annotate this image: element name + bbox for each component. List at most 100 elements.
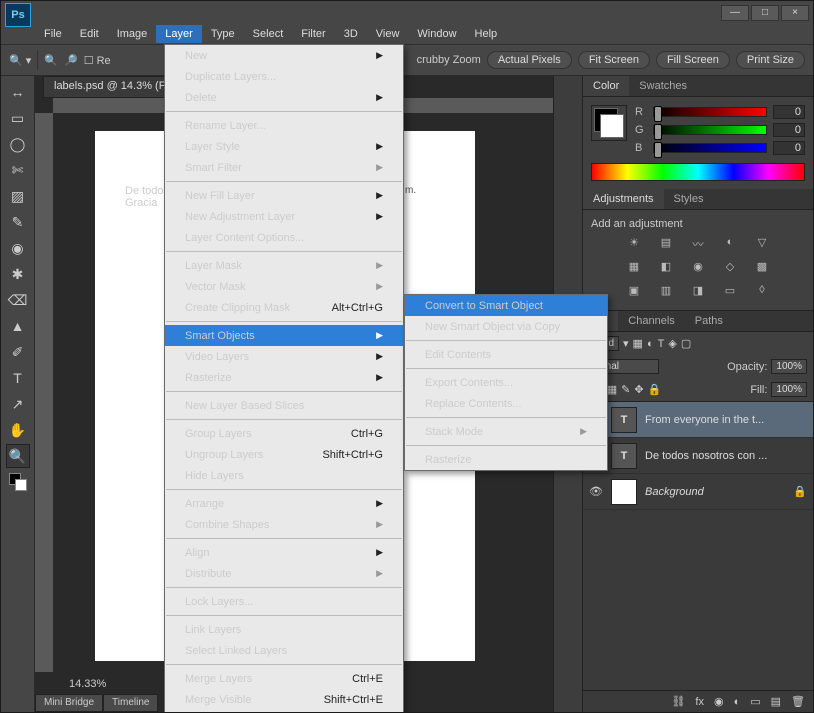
filter-smart-icon[interactable]: ▢ [681,337,691,350]
tab-color[interactable]: Color [583,76,629,96]
tool-1[interactable]: ▭ [6,106,30,130]
resize-checkbox[interactable]: ☐ Re [84,54,111,67]
zoom-in-icon[interactable]: 🔍 [44,54,58,67]
filter-type-icon[interactable]: T [658,338,665,350]
brightness-icon[interactable]: ☀ [623,236,645,254]
tab-mini-bridge[interactable]: Mini Bridge [35,694,103,712]
tab-channels[interactable]: Channels [618,311,684,331]
menuitem-merge-layers[interactable]: Merge LayersCtrl+E [165,668,403,689]
menuitem-rename-layer-[interactable]: Rename Layer... [165,115,403,136]
selective-color-icon[interactable]: ◊ [751,284,773,302]
group-icon[interactable]: ▭ [750,695,760,708]
color-spectrum[interactable] [591,163,805,181]
adjustment-layer-icon[interactable]: ◐ [734,696,741,708]
menuitem-smart-objects[interactable]: Smart Objects▶ [165,325,403,346]
menu-window[interactable]: Window [408,25,465,43]
fill-screen-button[interactable]: Fill Screen [656,51,730,69]
scrubby-zoom-checkbox[interactable]: crubby Zoom [417,54,481,66]
menu-filter[interactable]: Filter [292,25,334,43]
zoom-out-icon[interactable]: 🔎 [64,54,78,67]
filter-pixel-icon[interactable]: ▦ [633,337,643,350]
menuitem-video-layers[interactable]: Video Layers▶ [165,346,403,367]
menu-file[interactable]: File [35,25,71,43]
color-swatch-tool[interactable] [6,470,30,494]
fill-value[interactable]: 100% [771,382,807,397]
menu-type[interactable]: Type [202,25,244,43]
tool-3[interactable]: ✄ [6,158,30,182]
menuitem-convert-to-smart-object[interactable]: Convert to Smart Object [405,295,607,316]
menuitem-align[interactable]: Align▶ [165,542,403,563]
layer-row[interactable]: 👁Background🔒 [583,474,813,510]
menuitem-new-fill-layer[interactable]: New Fill Layer▶ [165,185,403,206]
fx-icon[interactable]: fx [695,696,704,708]
menuitem-duplicate-layers-[interactable]: Duplicate Layers... [165,66,403,87]
delete-layer-icon[interactable]: 🗑 [791,695,805,708]
exposure-icon[interactable]: ◐ [719,236,741,254]
layer-row[interactable]: 👁TDe todos nosotros con ... [583,438,813,474]
gradient-map-icon[interactable]: ▭ [719,284,741,302]
new-layer-icon[interactable]: ▤ [771,695,781,708]
menu-help[interactable]: Help [466,25,507,43]
document-tab[interactable]: labels.psd @ 14.3% (F [43,76,176,98]
link-layers-icon[interactable]: ⛓ [671,695,685,708]
visibility-icon[interactable]: 👁 [589,485,603,498]
bw-icon[interactable]: ◧ [655,260,677,278]
menuitem-group-layers[interactable]: Group LayersCtrl+G [165,423,403,444]
menuitem-new-adjustment-layer[interactable]: New Adjustment Layer▶ [165,206,403,227]
tool-2[interactable]: ◯ [6,132,30,156]
maximize-button[interactable]: □ [751,5,779,21]
menuitem-delete[interactable]: Delete▶ [165,87,403,108]
photo-filter-icon[interactable]: ◉ [687,260,709,278]
minimize-button[interactable]: — [721,5,749,21]
menuitem-create-clipping-mask[interactable]: Create Clipping MaskAlt+Ctrl+G [165,297,403,318]
invert-icon[interactable]: ▣ [623,284,645,302]
menu-3d[interactable]: 3D [335,25,367,43]
menu-view[interactable]: View [367,25,409,43]
print-size-button[interactable]: Print Size [736,51,805,69]
foreground-background-swatch[interactable] [591,105,627,141]
zoom-level[interactable]: 14.33% [69,678,106,690]
opacity-value[interactable]: 100% [771,359,807,374]
tool-11[interactable]: T [6,366,30,390]
menuitem-arrange[interactable]: Arrange▶ [165,493,403,514]
filter-adjust-icon[interactable]: ◐ [647,338,654,350]
tool-4[interactable]: ▨ [6,184,30,208]
color-lookup-icon[interactable]: ▩ [751,260,773,278]
tab-adjustments[interactable]: Adjustments [583,189,664,209]
curves-icon[interactable]: 〰 [687,236,709,254]
hsl-icon[interactable]: ▦ [623,260,645,278]
menu-layer[interactable]: Layer [156,25,202,43]
layer-row[interactable]: 👁TFrom everyone in the t... [583,402,813,438]
channel-mixer-icon[interactable]: ◇ [719,260,741,278]
fit-screen-button[interactable]: Fit Screen [578,51,650,69]
menuitem-layer-style[interactable]: Layer Style▶ [165,136,403,157]
tool-9[interactable]: ▲ [6,314,30,338]
vibrance-icon[interactable]: ▽ [751,236,773,254]
tab-timeline[interactable]: Timeline [103,694,158,712]
tool-14[interactable]: 🔍 [6,444,30,468]
menuitem-new-layer-based-slices[interactable]: New Layer Based Slices [165,395,403,416]
tab-styles[interactable]: Styles [664,189,714,209]
menuitem-ungroup-layers[interactable]: Ungroup LayersShift+Ctrl+G [165,444,403,465]
tab-swatches[interactable]: Swatches [629,76,697,96]
close-button[interactable]: × [781,5,809,21]
menuitem-merge-visible[interactable]: Merge VisibleShift+Ctrl+E [165,689,403,710]
threshold-icon[interactable]: ◨ [687,284,709,302]
menu-edit[interactable]: Edit [71,25,108,43]
menuitem-rasterize[interactable]: Rasterize▶ [165,367,403,388]
tool-6[interactable]: ◉ [6,236,30,260]
slider-b[interactable]: B0 [635,141,805,155]
menu-image[interactable]: Image [108,25,157,43]
levels-icon[interactable]: ▤ [655,236,677,254]
menuitem-new[interactable]: New▶ [165,45,403,66]
tool-5[interactable]: ✎ [6,210,30,234]
menu-select[interactable]: Select [244,25,293,43]
tool-13[interactable]: ✋ [6,418,30,442]
tool-12[interactable]: ↗ [6,392,30,416]
slider-r[interactable]: R0 [635,105,805,119]
actual-pixels-button[interactable]: Actual Pixels [487,51,572,69]
menuitem-link-layers[interactable]: Link Layers [165,619,403,640]
tool-10[interactable]: ✐ [6,340,30,364]
posterize-icon[interactable]: ▥ [655,284,677,302]
tool-7[interactable]: ✱ [6,262,30,286]
